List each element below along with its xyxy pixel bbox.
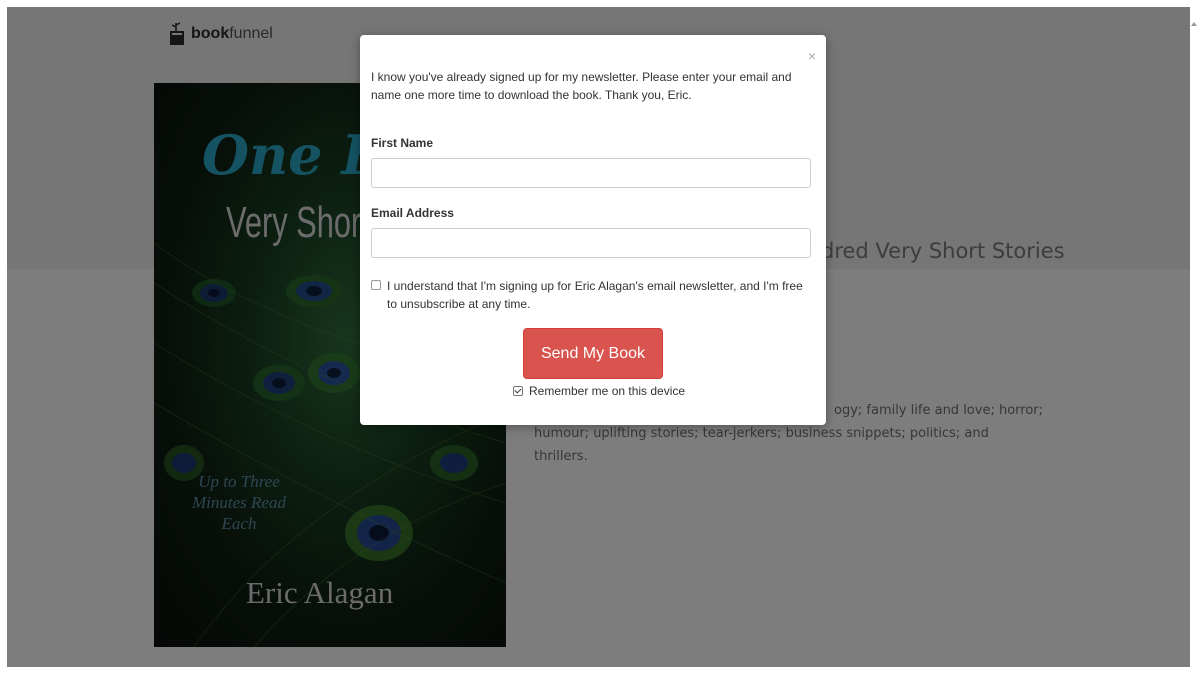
modal-message: I know you've already signed up for my n…: [371, 70, 792, 102]
close-icon[interactable]: ×: [808, 49, 816, 63]
remember-row: Remember me on this device: [513, 384, 685, 398]
page: bookfunnel: [7, 7, 1190, 667]
signup-modal: × I know you've already signed up for my…: [360, 35, 826, 425]
consent-checkbox[interactable]: [371, 280, 381, 290]
scroll-up-icon[interactable]: [1191, 22, 1197, 26]
consent-row: I understand that I'm signing up for Eri…: [371, 277, 811, 313]
remember-text[interactable]: Remember me on this device: [529, 384, 685, 398]
consent-text[interactable]: I understand that I'm signing up for Eri…: [387, 277, 811, 313]
send-my-book-button[interactable]: Send My Book: [523, 328, 663, 379]
remember-checkbox[interactable]: [513, 386, 523, 396]
first-name-input[interactable]: [371, 158, 811, 188]
email-input[interactable]: [371, 228, 811, 258]
scrollbar[interactable]: [1191, 0, 1197, 673]
first-name-label: First Name: [371, 136, 434, 150]
email-label: Email Address: [371, 206, 454, 220]
